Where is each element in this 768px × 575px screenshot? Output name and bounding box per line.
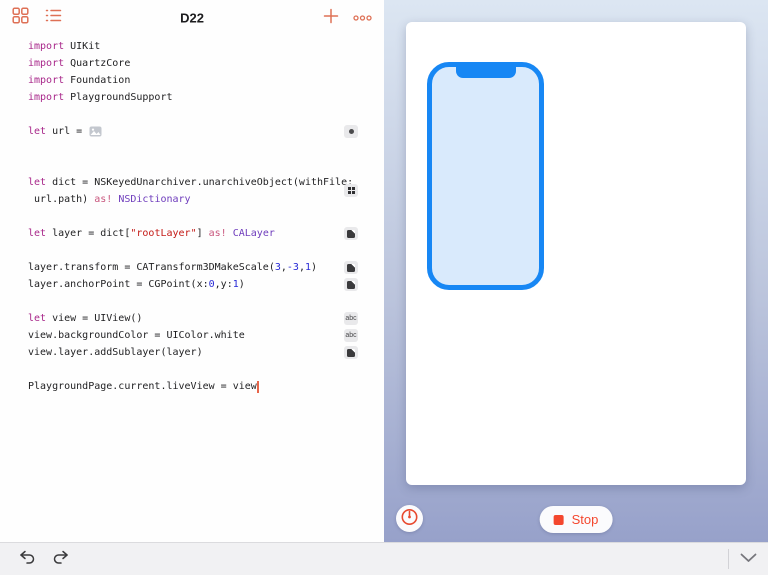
result-button-layer[interactable] (344, 278, 358, 291)
code-line[interactable]: url.path) as! NSDictionary (0, 191, 384, 208)
stop-button-label: Stop (572, 512, 599, 527)
result-button-layer[interactable] (344, 227, 358, 240)
grid-icon (12, 7, 29, 29)
code-line[interactable]: let view = UIView()abc (0, 310, 384, 327)
file-literal-icon[interactable] (89, 126, 102, 137)
code-line[interactable]: let layer = dict["rootLayer"] as! CALaye… (0, 225, 384, 242)
result-button-layer[interactable] (344, 346, 358, 359)
undo-button[interactable] (17, 549, 37, 569)
code-line[interactable]: PlaygroundPage.current.liveView = view (0, 378, 384, 395)
code-line[interactable] (0, 140, 384, 157)
redo-button[interactable] (50, 549, 70, 569)
code-line[interactable]: let dict = NSKeyedUnarchiver.unarchiveOb… (0, 174, 384, 191)
code-line[interactable] (0, 106, 384, 123)
code-line[interactable]: let url = (0, 123, 384, 140)
stop-square-icon (554, 515, 564, 525)
speedometer-icon (400, 507, 419, 531)
pages-list-button[interactable] (44, 9, 62, 27)
code-area[interactable]: import UIKitimport QuartzCoreimport Foun… (0, 38, 384, 542)
chevron-down-icon (740, 550, 757, 568)
phone-outline-drawing (427, 62, 544, 290)
phone-notch (456, 67, 516, 78)
undo-icon (19, 550, 36, 569)
code-line[interactable]: view.layer.addSublayer(layer) (0, 344, 384, 361)
live-view-panel: Stop (384, 0, 768, 542)
code-line[interactable] (0, 157, 384, 174)
code-line[interactable]: import QuartzCore (0, 55, 384, 72)
code-line[interactable]: import Foundation (0, 72, 384, 89)
live-view-card (406, 22, 746, 485)
plus-icon (323, 8, 339, 29)
stop-button[interactable]: Stop (540, 506, 613, 533)
my-playgrounds-button[interactable] (11, 9, 29, 27)
result-button-abc[interactable]: abc (344, 312, 358, 325)
result-button-abc[interactable]: abc (344, 329, 358, 342)
result-button-layer[interactable] (344, 261, 358, 274)
code-line[interactable] (0, 208, 384, 225)
text-cursor (257, 381, 259, 393)
code-line[interactable]: view.backgroundColor = UIColor.whiteabc (0, 327, 384, 344)
run-speed-button[interactable] (396, 505, 423, 532)
code-line[interactable]: import UIKit (0, 38, 384, 55)
toolbar-divider (728, 549, 729, 569)
add-button[interactable] (322, 9, 340, 27)
code-line[interactable] (0, 242, 384, 259)
code-lines: import UIKitimport QuartzCoreimport Foun… (0, 38, 384, 395)
ellipsis-icon (353, 9, 372, 27)
code-line[interactable]: import PlaygroundSupport (0, 89, 384, 106)
editor-topbar: D22 (0, 0, 384, 36)
code-line[interactable] (0, 293, 384, 310)
result-button-dot[interactable] (344, 125, 358, 138)
bottom-toolbar (0, 542, 768, 575)
hide-keyboard-button[interactable] (738, 549, 758, 569)
code-line[interactable]: layer.anchorPoint = CGPoint(x:0,y:1) (0, 276, 384, 293)
more-button[interactable] (353, 9, 371, 27)
editor-panel: D22 import UIKitimport QuartzCoreimport … (0, 0, 384, 542)
code-line[interactable] (0, 361, 384, 378)
redo-icon (52, 550, 69, 569)
code-line[interactable]: layer.transform = CATransform3DMakeScale… (0, 259, 384, 276)
list-icon (45, 8, 62, 28)
swift-playgrounds-app: D22 import UIKitimport QuartzCoreimport … (0, 0, 768, 575)
page-title: D22 (180, 11, 204, 26)
